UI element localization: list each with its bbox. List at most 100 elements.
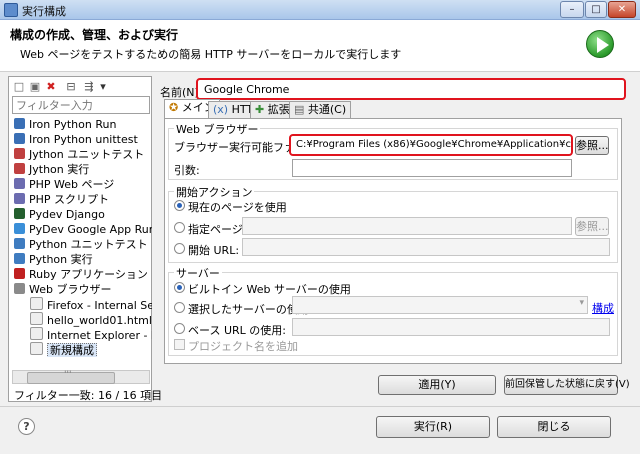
config-type-icon xyxy=(14,133,25,144)
builtin-server-label: ビルトイン Web サーバーの使用 xyxy=(188,283,351,296)
window-title-bar[interactable] xyxy=(0,0,640,20)
config-type-icon xyxy=(14,208,25,219)
delete-config-icon[interactable]: ✖ xyxy=(44,80,58,93)
maximize-button[interactable]: □ xyxy=(585,1,607,18)
start-url-radio[interactable] xyxy=(174,243,185,254)
tab-common[interactable]: ▤ 共通(C) xyxy=(289,101,352,118)
server-select[interactable]: ▾ xyxy=(292,296,588,314)
config-type-icon xyxy=(14,148,25,159)
current-page-label: 現在のページを使用 xyxy=(188,201,287,214)
tree-item-label: Web ブラウザー xyxy=(29,283,112,296)
specific-page-label: 指定ページ: xyxy=(188,223,247,236)
scrollbar-grip: ''' xyxy=(64,370,72,380)
page-icon xyxy=(30,297,43,310)
builtin-server-radio[interactable] xyxy=(174,282,185,293)
specific-page-field[interactable] xyxy=(242,217,572,235)
http-tab-icon: (x) xyxy=(213,103,232,116)
tree-child-item[interactable]: 新規構成 xyxy=(30,342,152,357)
filter-icon[interactable]: ⇶ xyxy=(82,80,96,93)
tree-item[interactable]: Python ユニットテスト xyxy=(14,237,152,252)
page-icon xyxy=(30,312,43,325)
tree-item[interactable]: Pydev Django xyxy=(14,207,152,222)
tree-child-item[interactable]: Firefox - Internal Serv xyxy=(30,297,152,312)
revert-button[interactable]: 前回保管した状態に戻す(V) xyxy=(504,375,630,395)
run-banner-icon xyxy=(586,30,614,58)
config-type-icon xyxy=(14,118,25,129)
tree-item-label: Jython 実行 xyxy=(29,163,90,176)
base-url-field[interactable] xyxy=(292,318,610,336)
tree-item[interactable]: Ruby アプリケーション xyxy=(14,267,152,282)
tree-child-item[interactable]: Internet Explorer - Int xyxy=(30,327,152,342)
server-group-title: サーバー xyxy=(174,265,222,281)
page-browse-button[interactable]: 参照... xyxy=(575,217,609,236)
footer-separator xyxy=(0,406,640,407)
minimize-button[interactable]: – xyxy=(560,1,584,18)
tree-item[interactable]: PHP Web ページ xyxy=(14,177,152,192)
base-url-radio[interactable] xyxy=(174,323,185,334)
base-url-label: ベース URL の使用: xyxy=(188,324,286,337)
filter-menu-icon[interactable]: ▾ xyxy=(96,80,110,93)
tree-item-label: PHP スクリプト xyxy=(29,193,110,206)
browser-path-field[interactable]: C:¥Program Files (x86)¥Google¥Chrome¥App… xyxy=(289,134,573,156)
tree-item[interactable]: Python 実行 xyxy=(14,252,152,267)
specific-page-radio[interactable] xyxy=(174,222,185,233)
project-name-checkbox[interactable] xyxy=(174,339,185,350)
args-field[interactable] xyxy=(292,159,572,177)
tree-item[interactable]: Web ブラウザー xyxy=(14,282,152,297)
config-type-icon xyxy=(14,223,25,234)
tree-child-item[interactable]: hello_world01.html xyxy=(30,312,152,327)
tree-horizontal-scrollbar[interactable]: ''' xyxy=(12,370,150,384)
tree-item-label: Jython ユニットテスト xyxy=(29,148,145,161)
page-icon xyxy=(30,327,43,340)
tree-item[interactable]: Jython ユニットテスト xyxy=(14,147,152,162)
scrollbar-thumb[interactable]: ''' xyxy=(27,370,115,384)
config-type-icon xyxy=(14,283,25,294)
tree-item-label: Python 実行 xyxy=(29,253,93,266)
config-type-icon xyxy=(14,238,25,249)
tree-child-label: Firefox - Internal Serv xyxy=(47,299,152,312)
tree-item-label: PyDev Google App Run xyxy=(29,223,152,236)
close-window-button[interactable]: ✕ xyxy=(608,1,636,18)
dialog-subtitle: Web ページをテストするための簡易 HTTP サーバーをローカルで実行します xyxy=(20,48,402,61)
current-page-radio[interactable] xyxy=(174,200,185,211)
collapse-all-icon[interactable]: ⊟ xyxy=(64,80,78,93)
tree-item[interactable]: PyDev Google App Run xyxy=(14,222,152,237)
start-action-title: 開始アクション xyxy=(174,184,255,200)
tree-item[interactable]: Iron Python Run xyxy=(14,117,152,132)
tab-extension[interactable]: ✚ 拡張 xyxy=(250,101,295,118)
tree-item[interactable]: Jython 実行 xyxy=(14,162,152,177)
filter-input[interactable] xyxy=(12,96,150,114)
tree-item-label: Ruby アプリケーション xyxy=(29,268,148,281)
filter-status: フィルター一致: 16 / 16 項目 xyxy=(14,389,163,402)
duplicate-config-icon[interactable]: ▣ xyxy=(28,80,42,93)
tree-child-label: hello_world01.html xyxy=(47,314,152,327)
tree-item[interactable]: PHP スクリプト xyxy=(14,192,152,207)
browser-group-title: Web ブラウザー xyxy=(174,121,261,137)
selected-server-radio[interactable] xyxy=(174,302,185,313)
config-type-icon xyxy=(14,253,25,264)
help-icon[interactable]: ? xyxy=(18,418,35,435)
page-icon xyxy=(30,342,43,355)
apply-button[interactable]: 適用(Y) xyxy=(378,375,496,395)
tree-item-label: PHP Web ページ xyxy=(29,178,115,191)
start-url-field[interactable] xyxy=(242,238,610,256)
config-type-icon xyxy=(14,268,25,279)
tree-child-label: 新規構成 xyxy=(47,343,97,357)
tree-item-label: Python ユニットテスト xyxy=(29,238,148,251)
app-icon xyxy=(4,3,18,17)
close-button[interactable]: 閉じる xyxy=(497,416,611,438)
dialog-title: 構成の作成、管理、および実行 xyxy=(10,28,179,42)
tree-item[interactable]: Iron Python unittest xyxy=(14,132,152,147)
chevron-down-icon: ▾ xyxy=(579,298,584,308)
run-button[interactable]: 実行(R) xyxy=(376,416,490,438)
tree-item-label: Iron Python Run xyxy=(29,118,117,131)
project-name-label: プロジェクト名を追加 xyxy=(188,340,298,353)
config-type-icon xyxy=(14,163,25,174)
start-url-label: 開始 URL: xyxy=(188,244,240,257)
configure-link[interactable]: 構成 xyxy=(592,300,614,316)
tree-item-label: Iron Python unittest xyxy=(29,133,138,146)
browser-browse-button[interactable]: 参照... xyxy=(575,136,609,155)
tree-child-label: Internet Explorer - Int xyxy=(47,329,152,342)
new-config-icon[interactable]: □ xyxy=(12,80,26,93)
name-field[interactable]: Google Chrome xyxy=(196,78,626,100)
